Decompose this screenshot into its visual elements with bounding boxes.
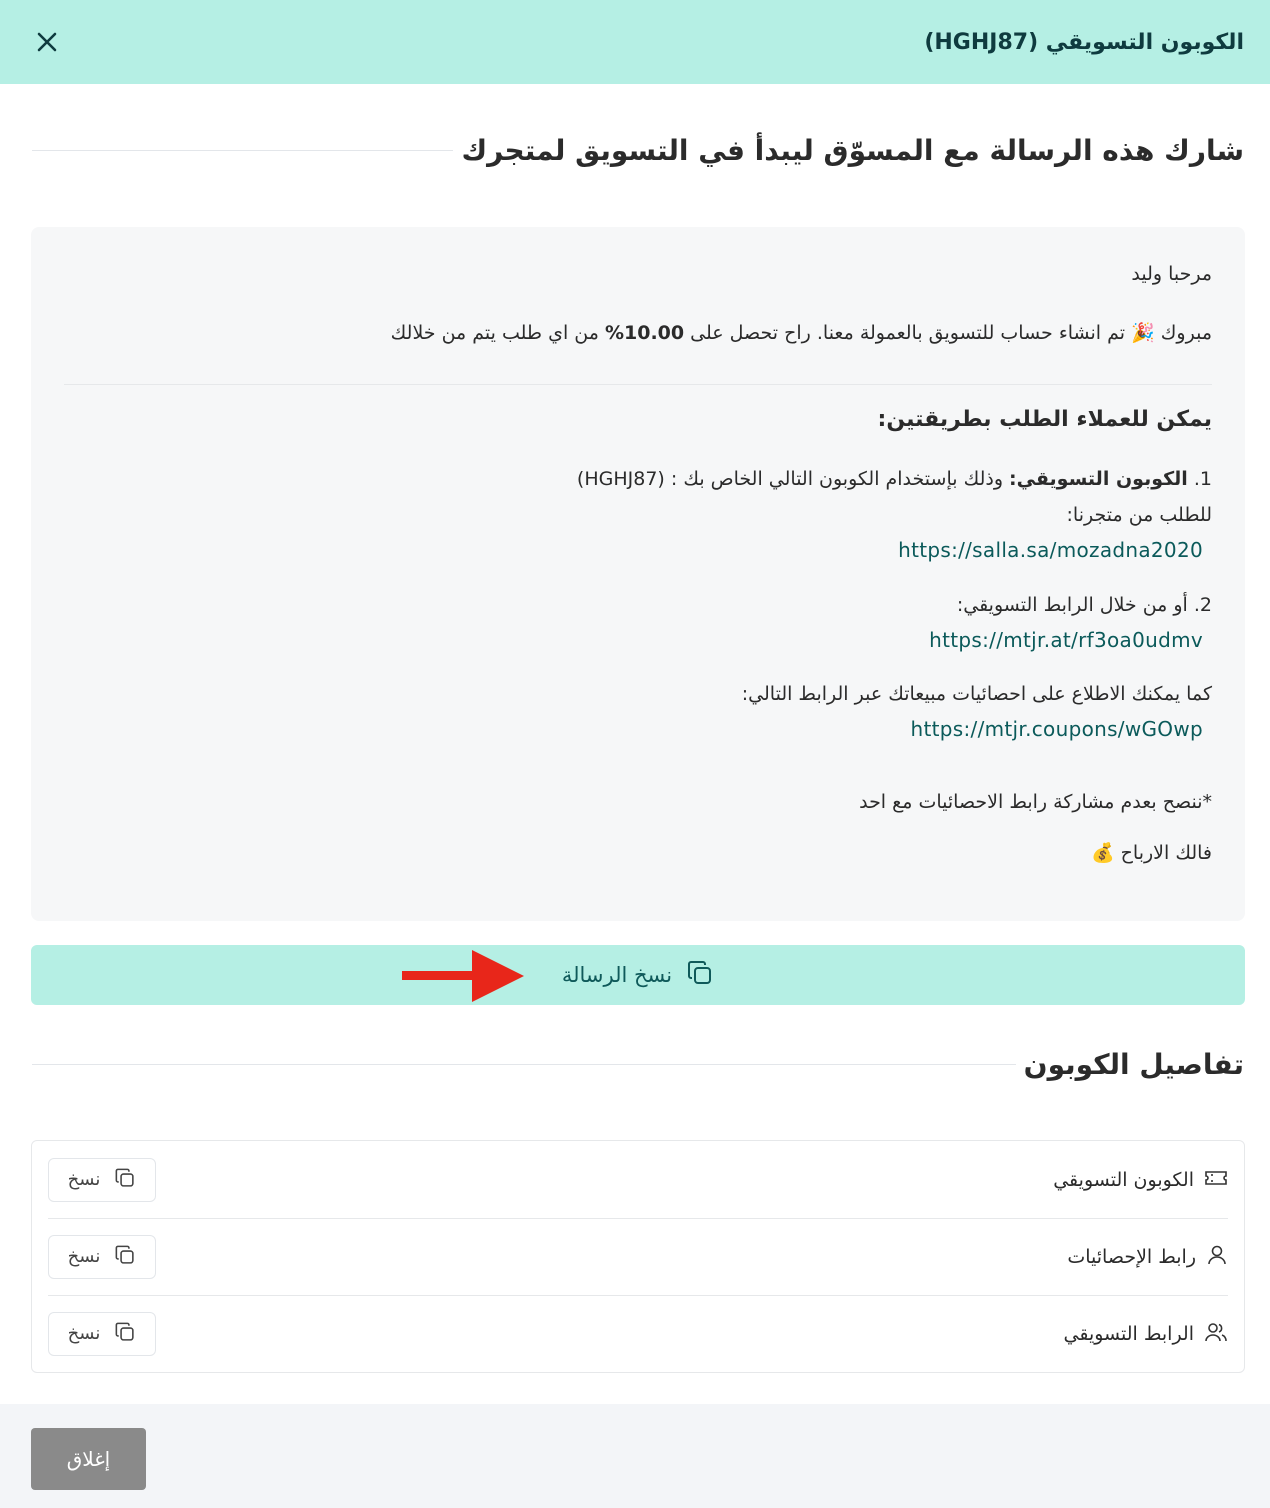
copy-button-label: نسخ: [67, 1246, 101, 1267]
copy-icon: [114, 1321, 136, 1347]
copy-button[interactable]: نسخ: [48, 1157, 156, 1202]
details-section-title: تفاصيل الكوبون: [1023, 1048, 1244, 1081]
detail-label: رابط الإحصائيات: [1067, 1245, 1196, 1268]
copy-icon: [114, 1244, 136, 1270]
message-box: مرحبا وليد مبروك 🎉 تم انشاء حساب للتسويق…: [31, 227, 1245, 921]
advice-text: *ننصح بعدم مشاركة رابط الاحصائيات مع احد: [859, 791, 1212, 813]
copy-icon: [686, 959, 714, 991]
detail-label-wrap: الرابط التسويقي: [1064, 1321, 1229, 1347]
list-item: الرابط التسويقي نسخ: [48, 1295, 1228, 1372]
way1-title: الكوبون التسويقي:: [1009, 468, 1188, 490]
copy-button-label: نسخ: [67, 1323, 101, 1344]
users-icon: [1204, 1321, 1228, 1347]
share-section-title: شارك هذه الرسالة مع المسوّق ليبدأ في الت…: [461, 134, 1244, 167]
copy-message-label: نسخ الرسالة: [561, 963, 673, 987]
section-divider: [32, 1064, 1016, 1065]
stats-link[interactable]: https://mtjr.coupons/wGOwp: [911, 717, 1203, 741]
red-arrow-icon: [402, 950, 524, 1002]
commission-value: 10.00%: [604, 322, 685, 344]
modal-footer: إغلاق: [0, 1404, 1270, 1508]
copy-icon: [114, 1167, 136, 1193]
message-divider: [64, 384, 1212, 385]
store-link[interactable]: https://salla.sa/mozadna2020: [898, 538, 1203, 562]
user-icon: [1206, 1244, 1228, 1270]
coupon-details-list: الكوبون التسويقي نسخ رابط الإحصائيات نسخ…: [31, 1140, 1245, 1373]
detail-label: الرابط التسويقي: [1063, 1322, 1195, 1345]
copy-button[interactable]: نسخ: [48, 1234, 156, 1279]
section-divider: [32, 150, 454, 151]
copy-button-label: نسخ: [67, 1169, 101, 1190]
congrats-prefix: مبروك 🎉 تم انشاء حساب للتسويق بالعمولة م…: [684, 322, 1212, 344]
detail-label-wrap: رابط الإحصائيات: [1067, 1244, 1228, 1270]
modal-header: الكوبون التسويقي (HGHJ87): [0, 0, 1270, 84]
list-item: رابط الإحصائيات نسخ: [48, 1218, 1228, 1295]
ways-heading: يمكن للعملاء الطلب بطريقتين:: [877, 407, 1212, 432]
stats-text: كما يمكنك الاطلاع على احصائيات مبيعاتك ع…: [741, 683, 1212, 705]
way1-text: 1. الكوبون التسويقي: وذلك بإستخدام الكوب…: [577, 468, 1212, 490]
ticket-icon: [1204, 1168, 1228, 1192]
share-section-header: شارك هذه الرسالة مع المسوّق ليبدأ في الت…: [32, 134, 1244, 167]
details-section-header: تفاصيل الكوبون: [32, 1048, 1244, 1081]
way1-line2: للطلب من متجرنا:: [1066, 504, 1212, 526]
way1-desc: وذلك بإستخدام الكوبون التالي الخاص بك : …: [576, 468, 1010, 490]
close-icon[interactable]: [32, 27, 62, 57]
congrats-text: مبروك 🎉 تم انشاء حساب للتسويق بالعمولة م…: [391, 321, 1212, 344]
list-item: الكوبون التسويقي نسخ: [48, 1141, 1228, 1218]
way2-text: 2. أو من خلال الرابط التسويقي:: [956, 594, 1212, 616]
copy-message-button[interactable]: نسخ الرسالة: [31, 945, 1245, 1005]
detail-label-wrap: الكوبون التسويقي: [1053, 1168, 1228, 1192]
close-button[interactable]: إغلاق: [31, 1428, 146, 1490]
coupon-modal: الكوبون التسويقي (HGHJ87) شارك هذه الرسا…: [0, 0, 1270, 1508]
modal-title: الكوبون التسويقي (HGHJ87): [924, 29, 1244, 55]
closing-text: فالك الارباح 💰: [1090, 842, 1212, 864]
detail-label: الكوبون التسويقي: [1053, 1168, 1194, 1191]
congrats-suffix: من اي طلب يتم من خلالك: [390, 322, 605, 344]
greeting-text: مرحبا وليد: [1131, 263, 1212, 285]
marketing-link[interactable]: https://mtjr.at/rf3oa0udmv: [929, 628, 1203, 652]
way1-number: 1.: [1187, 468, 1212, 490]
copy-button[interactable]: نسخ: [48, 1311, 156, 1356]
